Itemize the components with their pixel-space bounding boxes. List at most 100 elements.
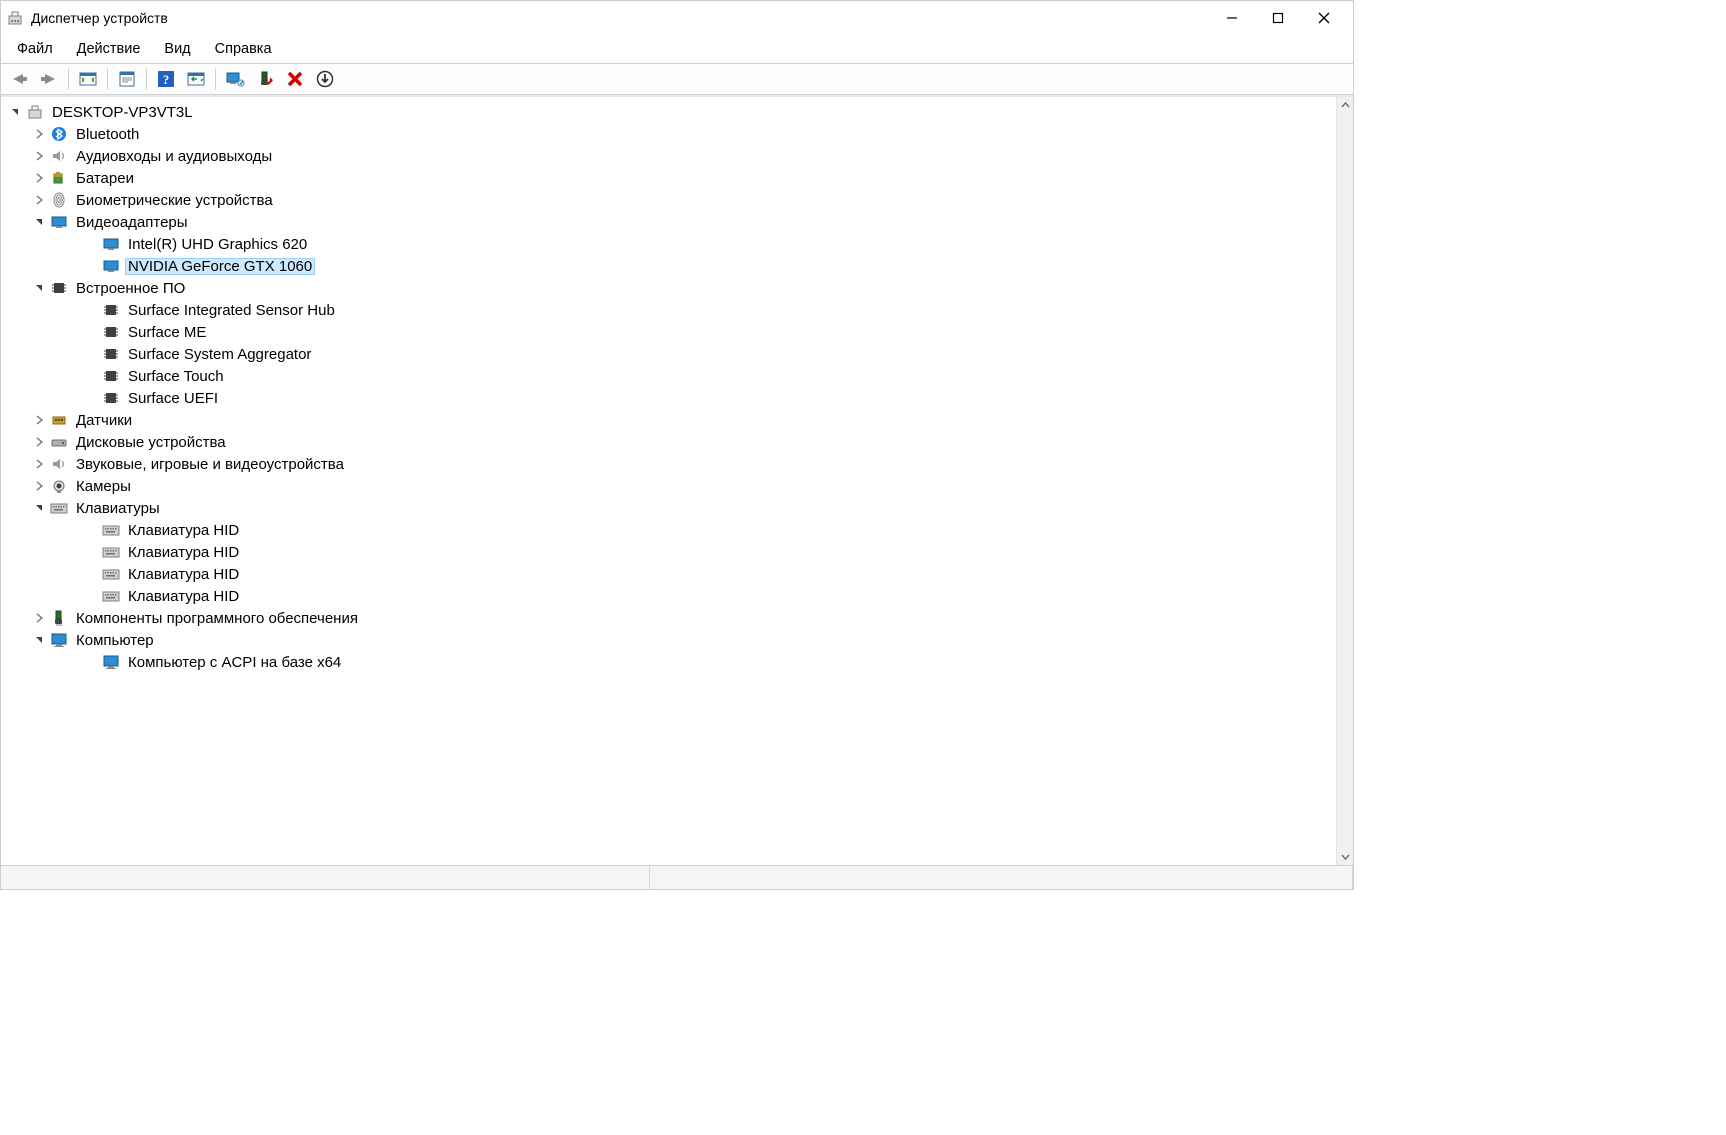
chip-icon bbox=[49, 279, 69, 297]
category-cameras[interactable]: Камеры bbox=[3, 475, 1334, 497]
menu-file[interactable]: Файл bbox=[7, 38, 63, 60]
device-manager-window: Диспетчер устройств Файл Действие Вид Сп… bbox=[0, 0, 1354, 890]
chip-icon bbox=[101, 301, 121, 319]
speaker-icon bbox=[49, 147, 69, 165]
window-title: Диспетчер устройств bbox=[31, 10, 168, 26]
toolbar: ? bbox=[1, 63, 1353, 95]
device-tree[interactable]: DESKTOP-VP3VT3L Bluetooth Аудиовходы и а… bbox=[1, 97, 1336, 865]
device-surface-aggregator[interactable]: • Surface System Aggregator bbox=[3, 343, 1334, 365]
chevron-right-icon[interactable] bbox=[31, 456, 47, 472]
tree-root[interactable]: DESKTOP-VP3VT3L bbox=[3, 101, 1334, 123]
category-label: Батареи bbox=[73, 170, 137, 187]
scroll-up-button[interactable] bbox=[1337, 97, 1354, 114]
category-software-components[interactable]: Компоненты программного обеспечения bbox=[3, 607, 1334, 629]
category-biometric[interactable]: Биометрические устройства bbox=[3, 189, 1334, 211]
statusbar bbox=[1, 865, 1353, 889]
battery-icon bbox=[49, 169, 69, 187]
category-firmware[interactable]: Встроенное ПО bbox=[3, 277, 1334, 299]
scan-hardware-button[interactable] bbox=[182, 66, 210, 92]
device-label: Компьютер с ACPI на базе x64 bbox=[125, 654, 344, 671]
keyboard-icon bbox=[101, 565, 121, 583]
category-label: Звуковые, игровые и видеоустройства bbox=[73, 456, 347, 473]
chevron-right-icon[interactable] bbox=[31, 434, 47, 450]
category-batteries[interactable]: Батареи bbox=[3, 167, 1334, 189]
category-display-adapters[interactable]: Видеоадаптеры bbox=[3, 211, 1334, 233]
uninstall-device-button[interactable] bbox=[251, 66, 279, 92]
chevron-right-icon[interactable] bbox=[31, 148, 47, 164]
display-icon bbox=[101, 235, 121, 253]
device-surface-sensor-hub[interactable]: • Surface Integrated Sensor Hub bbox=[3, 299, 1334, 321]
close-button[interactable] bbox=[1301, 3, 1347, 33]
properties-button[interactable] bbox=[113, 66, 141, 92]
menu-action[interactable]: Действие bbox=[67, 38, 151, 60]
category-sensors[interactable]: Датчики bbox=[3, 409, 1334, 431]
app-icon bbox=[7, 10, 23, 26]
toolbar-separator bbox=[215, 68, 216, 90]
window-controls bbox=[1209, 3, 1347, 33]
category-label: Аудиовходы и аудиовыходы bbox=[73, 148, 275, 165]
category-label: Компьютер bbox=[73, 632, 157, 649]
chevron-down-icon[interactable] bbox=[31, 632, 47, 648]
titlebar: Диспетчер устройств bbox=[1, 1, 1353, 35]
svg-text:?: ? bbox=[163, 72, 170, 87]
chevron-right-icon[interactable] bbox=[31, 412, 47, 428]
chevron-down-icon[interactable] bbox=[7, 104, 23, 120]
category-label: Встроенное ПО bbox=[73, 280, 188, 297]
toolbar-separator bbox=[146, 68, 147, 90]
monitor-icon bbox=[101, 653, 121, 671]
software-component-icon bbox=[49, 609, 69, 627]
display-icon bbox=[49, 213, 69, 231]
help-button[interactable]: ? bbox=[152, 66, 180, 92]
category-sound-game-video[interactable]: Звуковые, игровые и видеоустройства bbox=[3, 453, 1334, 475]
computer-icon bbox=[25, 103, 45, 121]
chevron-right-icon[interactable] bbox=[31, 126, 47, 142]
show-hide-tree-button[interactable] bbox=[74, 66, 102, 92]
category-disk-drives[interactable]: Дисковые устройства bbox=[3, 431, 1334, 453]
category-label: Видеоадаптеры bbox=[73, 214, 191, 231]
device-surface-me[interactable]: • Surface ME bbox=[3, 321, 1334, 343]
device-label: Surface ME bbox=[125, 324, 209, 341]
device-hid-keyboard[interactable]: • Клавиатура HID bbox=[3, 519, 1334, 541]
category-label: Bluetooth bbox=[73, 126, 142, 143]
add-legacy-hardware-button[interactable] bbox=[311, 66, 339, 92]
device-hid-keyboard[interactable]: • Клавиатура HID bbox=[3, 563, 1334, 585]
device-hid-keyboard[interactable]: • Клавиатура HID bbox=[3, 541, 1334, 563]
chevron-right-icon[interactable] bbox=[31, 192, 47, 208]
category-computer[interactable]: Компьютер bbox=[3, 629, 1334, 651]
category-keyboards[interactable]: Клавиатуры bbox=[3, 497, 1334, 519]
category-bluetooth[interactable]: Bluetooth bbox=[3, 123, 1334, 145]
camera-icon bbox=[49, 477, 69, 495]
minimize-button[interactable] bbox=[1209, 3, 1255, 33]
device-nvidia-gtx-1060[interactable]: • NVIDIA GeForce GTX 1060 bbox=[3, 255, 1334, 277]
device-hid-keyboard[interactable]: • Клавиатура HID bbox=[3, 585, 1334, 607]
toolbar-separator bbox=[68, 68, 69, 90]
disable-device-button[interactable] bbox=[281, 66, 309, 92]
toolbar-separator bbox=[107, 68, 108, 90]
device-surface-touch[interactable]: • Surface Touch bbox=[3, 365, 1334, 387]
content-pane: DESKTOP-VP3VT3L Bluetooth Аудиовходы и а… bbox=[1, 95, 1353, 865]
keyboard-icon bbox=[49, 499, 69, 517]
chip-icon bbox=[101, 367, 121, 385]
device-label: Intel(R) UHD Graphics 620 bbox=[125, 236, 310, 253]
chevron-right-icon[interactable] bbox=[31, 170, 47, 186]
chevron-down-icon[interactable] bbox=[31, 500, 47, 516]
back-button[interactable] bbox=[5, 66, 33, 92]
chevron-right-icon[interactable] bbox=[31, 478, 47, 494]
device-surface-uefi[interactable]: • Surface UEFI bbox=[3, 387, 1334, 409]
forward-button[interactable] bbox=[35, 66, 63, 92]
maximize-button[interactable] bbox=[1255, 3, 1301, 33]
chevron-right-icon[interactable] bbox=[31, 610, 47, 626]
chevron-down-icon[interactable] bbox=[31, 214, 47, 230]
display-icon bbox=[101, 257, 121, 275]
category-label: Компоненты программного обеспечения bbox=[73, 610, 361, 627]
menu-help[interactable]: Справка bbox=[205, 38, 282, 60]
category-audio-io[interactable]: Аудиовходы и аудиовыходы bbox=[3, 145, 1334, 167]
update-driver-button[interactable] bbox=[221, 66, 249, 92]
scroll-down-button[interactable] bbox=[1337, 848, 1354, 865]
vertical-scrollbar[interactable] bbox=[1336, 97, 1353, 865]
chevron-down-icon[interactable] bbox=[31, 280, 47, 296]
device-acpi-computer[interactable]: • Компьютер с ACPI на базе x64 bbox=[3, 651, 1334, 673]
device-intel-uhd[interactable]: • Intel(R) UHD Graphics 620 bbox=[3, 233, 1334, 255]
device-label: Surface Touch bbox=[125, 368, 227, 385]
menu-view[interactable]: Вид bbox=[154, 38, 200, 60]
